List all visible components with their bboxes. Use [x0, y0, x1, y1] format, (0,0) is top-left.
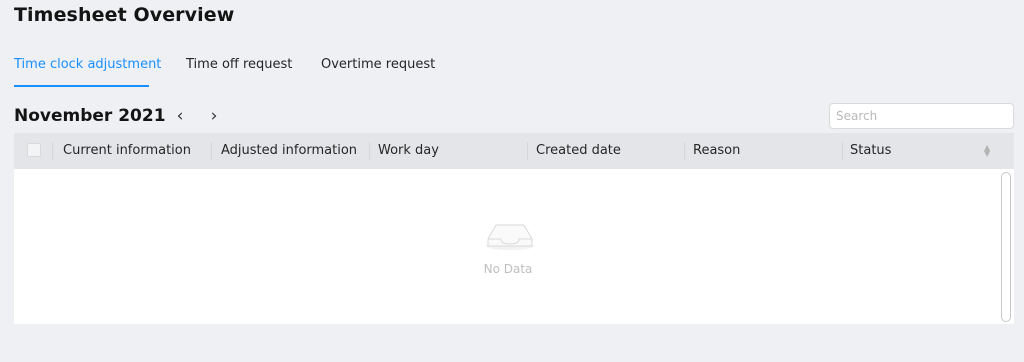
- column-divider: [527, 142, 528, 160]
- page-title: Timesheet Overview: [14, 4, 235, 26]
- column-divider: [211, 142, 212, 160]
- tab-overtime-request[interactable]: Overtime request: [321, 57, 435, 72]
- active-tab-indicator: [14, 85, 149, 87]
- chevron-right-icon: ›: [210, 106, 218, 126]
- column-header-reason[interactable]: Reason: [693, 133, 740, 169]
- month-label: November 2021: [14, 106, 166, 126]
- select-all-checkbox[interactable]: [27, 143, 41, 157]
- table-body: No Data: [14, 169, 1014, 324]
- column-divider: [842, 142, 843, 160]
- table-scrollbar[interactable]: [1001, 172, 1011, 322]
- column-divider: [369, 142, 370, 160]
- column-header-status[interactable]: Status: [850, 133, 891, 169]
- sort-icon[interactable]: ▲ ▼: [984, 144, 990, 158]
- empty-state-text: No Data: [483, 262, 533, 276]
- table-header: Current information Adjusted information…: [14, 133, 1002, 169]
- previous-month-button[interactable]: ‹: [171, 105, 189, 127]
- chevron-left-icon: ‹: [176, 106, 184, 126]
- column-divider: [684, 142, 685, 160]
- column-header-created-date[interactable]: Created date: [536, 133, 621, 169]
- tab-time-clock-adjustment[interactable]: Time clock adjustment: [14, 57, 161, 72]
- table-header-scroll-gutter: [1002, 133, 1014, 169]
- empty-inbox-icon: [486, 224, 534, 250]
- column-divider: [52, 142, 53, 160]
- tab-time-off-request[interactable]: Time off request: [186, 57, 292, 72]
- column-header-adjusted-information[interactable]: Adjusted information: [221, 133, 357, 169]
- next-month-button[interactable]: ›: [205, 105, 223, 127]
- column-header-current-information[interactable]: Current information: [63, 133, 191, 169]
- search-input[interactable]: [829, 103, 1014, 129]
- column-header-work-day[interactable]: Work day: [378, 133, 439, 169]
